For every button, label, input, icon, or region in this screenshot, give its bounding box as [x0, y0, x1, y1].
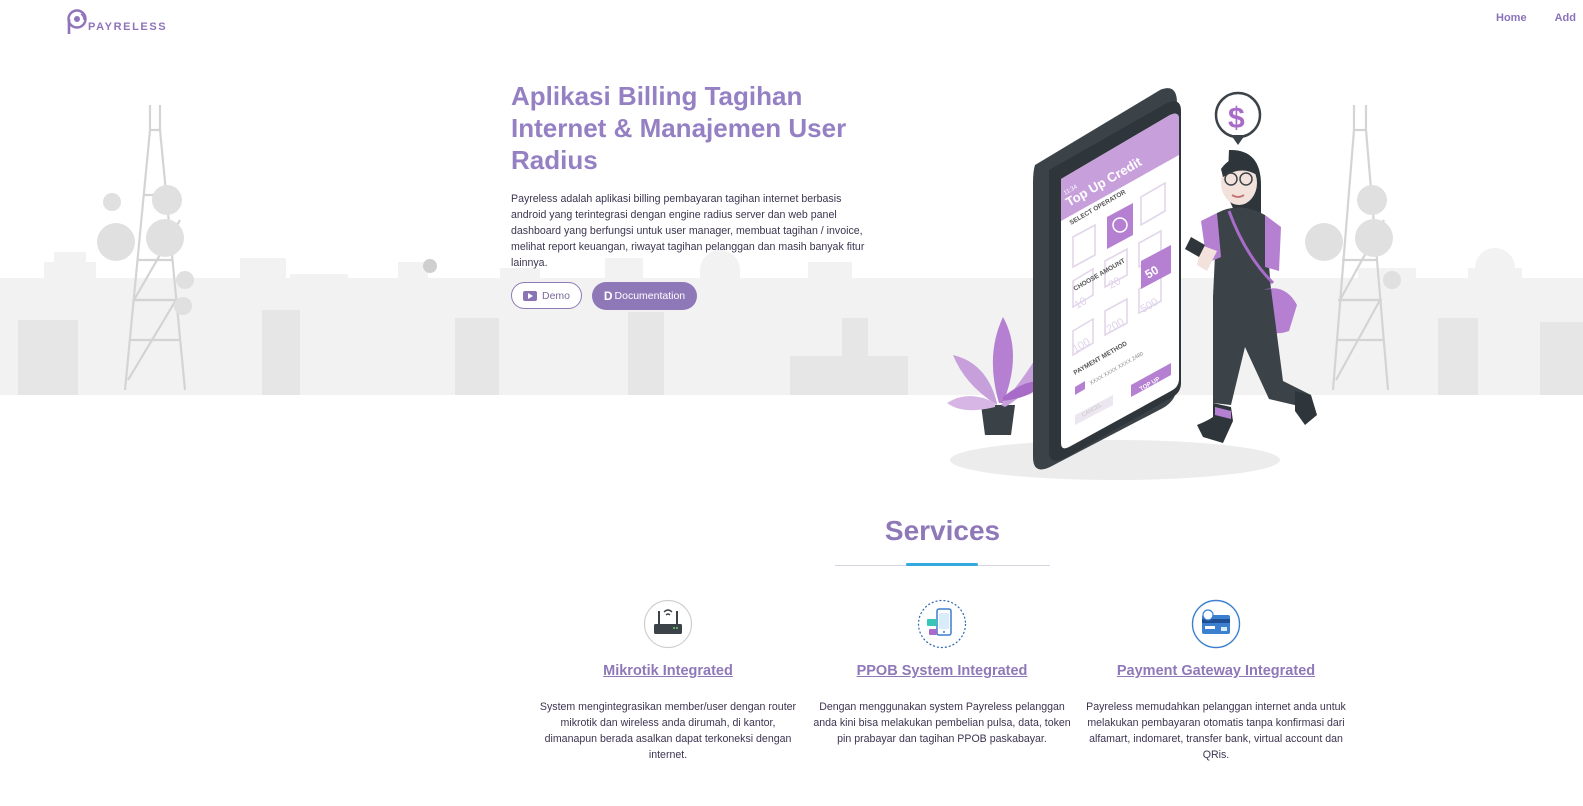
plant-illustration [947, 317, 1045, 435]
demo-button[interactable]: Demo [511, 282, 582, 309]
person-illustration [1185, 149, 1317, 443]
dollar-bubble: $ [1214, 91, 1262, 145]
top-navbar: PAYRELESS Home Add [0, 0, 1583, 44]
brand-name: PAYRELESS [88, 20, 168, 33]
service-title-mikrotik[interactable]: Mikrotik Integrated [533, 663, 803, 679]
nav-add-link[interactable]: Add [1555, 12, 1576, 24]
service-card-mikrotik: Mikrotik Integrated System mengintegrasi… [533, 599, 803, 763]
hero-title: Aplikasi Billing Tagihan Internet & Mana… [511, 81, 847, 175]
phone-illustration: 11:34 Top Up Credit SELECT OPERATOR CHOO… [1033, 88, 1181, 470]
main-nav: Home Add [1496, 12, 1576, 24]
payreless-logo-icon [67, 9, 87, 34]
service-desc-payment-gateway: Payreless memudahkan pelanggan internet … [1086, 701, 1346, 761]
services-accent-bar [906, 563, 978, 566]
documentation-button[interactable]: D Documentation [592, 282, 697, 310]
dollar-icon: $ [1228, 102, 1245, 135]
brand-logo[interactable]: PAYRELESS [66, 8, 167, 36]
youtube-icon [522, 290, 537, 301]
service-desc-ppob: Dengan menggunakan system Payreless pela… [813, 701, 1071, 745]
service-card-ppob: PPOB System Integrated Dengan menggunaka… [807, 599, 1077, 747]
hero-illustration: 11:34 Top Up Credit SELECT OPERATOR CHOO… [947, 88, 1317, 480]
document-icon: D [603, 289, 613, 303]
service-title-payment-gateway[interactable]: Payment Gateway Integrated [1081, 663, 1351, 679]
mobile-payment-icon [917, 599, 967, 649]
router-icon [643, 599, 693, 649]
service-card-payment-gateway: Payment Gateway Integrated Payreless mem… [1081, 599, 1351, 763]
documentation-button-label: Documentation [614, 290, 686, 302]
hero-description: Payreless adalah aplikasi billing pembay… [511, 193, 865, 269]
service-desc-mikrotik: System mengintegrasikan member/user deng… [539, 701, 797, 761]
services-heading: Services [884, 515, 1001, 546]
nav-home-link[interactable]: Home [1496, 12, 1527, 24]
demo-button-label: Demo [541, 289, 570, 302]
service-title-ppob[interactable]: PPOB System Integrated [807, 663, 1077, 679]
payment-card-icon [1191, 599, 1241, 649]
